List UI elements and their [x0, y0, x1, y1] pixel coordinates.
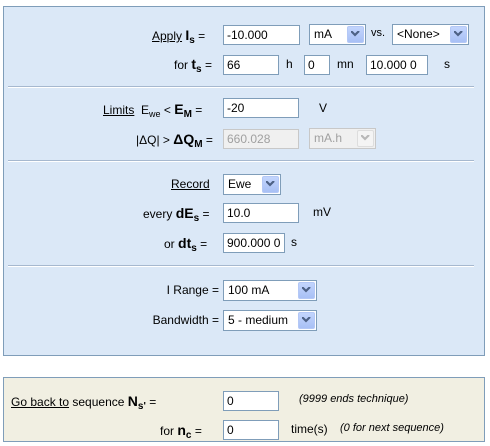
chevron-down-icon[interactable] — [298, 312, 315, 329]
chevron-down-icon[interactable] — [298, 282, 315, 299]
vs-select[interactable]: <None> — [392, 24, 469, 45]
is-eq: = — [198, 29, 206, 43]
em-sub: M — [183, 109, 192, 120]
cycles-input[interactable]: 0 — [223, 420, 279, 440]
nc-eq: = — [194, 424, 202, 438]
ns-symbol: N — [127, 393, 138, 409]
cycles-for-label: for — [160, 424, 175, 438]
bandwidth-label: Bandwidth = — [152, 313, 219, 327]
bandwidth-select[interactable]: 5 - medium — [223, 310, 317, 331]
seconds-input[interactable]: 10.000 0 — [366, 55, 428, 75]
limit-unit: V — [319, 101, 328, 115]
current-unit-select[interactable]: mA — [309, 24, 366, 45]
ts-eq: = — [204, 58, 212, 72]
dt-value-input[interactable]: 900.000 0 — [223, 233, 285, 253]
for-label: for — [174, 58, 189, 72]
dt-unit: s — [291, 235, 297, 249]
current-unit-value: mA — [314, 27, 332, 41]
goback-row-label: Go back to sequence Ns' = — [11, 393, 156, 412]
sequence-label: sequence — [72, 395, 125, 409]
hours-unit: h — [286, 57, 293, 71]
dt-eq: = — [200, 237, 208, 251]
irange-value: 100 mA — [228, 283, 270, 297]
nc-symbol: n — [177, 422, 186, 438]
separator — [8, 265, 474, 267]
limits-link[interactable]: Limits — [103, 103, 134, 117]
ns-eq: = — [149, 395, 157, 409]
apply-row-label: Apply Is = — [152, 27, 205, 46]
vs-value: <None> — [397, 27, 440, 41]
dt-sub: s — [191, 243, 197, 254]
goback-sequence-input[interactable]: 0 — [223, 391, 279, 411]
ns-sub: s' — [137, 401, 146, 412]
chevron-down-icon — [357, 130, 374, 147]
limits-row-label: Limits Ewe < EM = — [103, 101, 202, 120]
ts-sub: s — [196, 64, 202, 75]
qm-eq: = — [205, 133, 213, 147]
every-label: every — [143, 207, 173, 221]
qm-symbol: ΔQ — [173, 131, 195, 147]
bandwidth-value: 5 - medium — [228, 313, 289, 327]
cycles-hint: (0 for next sequence) — [340, 422, 444, 434]
separator — [8, 160, 474, 162]
current-value-input[interactable]: -10.000 — [223, 25, 300, 45]
de-row-label: every dEs = — [143, 205, 210, 224]
de-symbol: dE — [175, 205, 194, 221]
em-symbol: E — [174, 101, 184, 117]
chevron-down-icon[interactable] — [450, 26, 467, 43]
dt-symbol: dt — [178, 235, 192, 251]
de-unit: mV — [313, 205, 331, 219]
de-sub: s — [193, 213, 200, 224]
charge-limit-input: 660.028 — [223, 129, 299, 149]
record-link[interactable]: Record — [171, 177, 210, 191]
irange-select[interactable]: 100 mA — [223, 280, 317, 301]
charge-unit-select: mA.h — [309, 128, 376, 149]
lt-sign: < — [163, 103, 171, 117]
record-link-text: Record — [171, 177, 210, 191]
hours-input[interactable]: 66 — [223, 55, 279, 75]
qm-sub: M — [194, 139, 203, 150]
dt-row-label: or dts = — [164, 235, 207, 254]
limit-value-input[interactable]: -20 — [223, 98, 299, 118]
minutes-unit: mn — [337, 57, 354, 71]
seconds-unit: s — [444, 57, 450, 71]
record-value: Ewe — [228, 177, 252, 191]
cycles-row-label: for nc = — [160, 422, 202, 441]
de-value-input[interactable]: 10.0 — [223, 203, 299, 223]
nc-sub: c — [185, 430, 192, 441]
times-label: time(s) — [291, 422, 328, 436]
is-sub: s — [189, 35, 195, 46]
ewe-sub: we — [149, 109, 161, 119]
separator — [8, 86, 474, 88]
or-label: or — [164, 237, 175, 251]
minutes-input[interactable]: 0 — [304, 55, 330, 75]
irange-label: I Range = — [166, 283, 219, 297]
vs-label: vs. — [371, 27, 386, 39]
goback-link[interactable]: Go back to — [11, 395, 69, 409]
charge-unit-value: mA.h — [314, 131, 343, 145]
ewe-symbol: E — [141, 103, 150, 117]
duration-row-label: for ts = — [174, 56, 212, 75]
chevron-down-icon[interactable] — [262, 176, 279, 193]
de-eq: = — [202, 207, 210, 221]
apply-link[interactable]: Apply — [152, 29, 182, 43]
record-select[interactable]: Ewe — [223, 174, 281, 195]
chevron-down-icon[interactable] — [347, 26, 364, 43]
em-eq: = — [195, 103, 203, 117]
charge-row-label: |ΔQ| > ΔQM = — [136, 131, 213, 150]
charge-prefix: |ΔQ| > — [136, 133, 170, 147]
goback-hint: (9999 ends technique) — [299, 393, 409, 405]
